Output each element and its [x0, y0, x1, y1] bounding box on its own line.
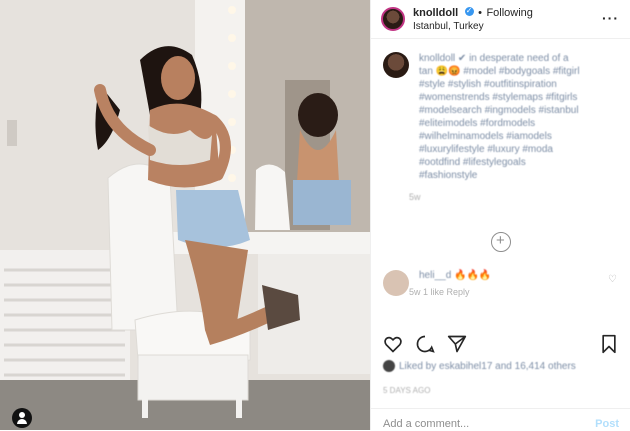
- commenter-avatar[interactable]: [383, 270, 409, 296]
- user-tag-icon[interactable]: [12, 408, 32, 428]
- post-location[interactable]: Istanbul, Turkey: [413, 20, 533, 33]
- liker-avatar: [383, 360, 395, 372]
- verified-badge-icon: [464, 4, 474, 17]
- post-detail-panel: knolldoll • Following Istanbul, Turkey ·…: [370, 0, 630, 430]
- post-timestamp: 5 DAYS AGO: [383, 386, 431, 395]
- comments-section: knolldoll ✔ in desperate need of a tan 😩…: [371, 38, 630, 328]
- author-avatar[interactable]: [381, 7, 405, 31]
- comment-item: heli__d 🔥🔥🔥 5w 1 like Reply ♡: [371, 252, 630, 297]
- comment-like-icon[interactable]: ♡: [608, 274, 617, 285]
- likes-text: Liked by eskabihel17 and 16,414 others: [399, 360, 576, 372]
- more-horizontal-icon[interactable]: ···: [602, 10, 619, 26]
- post-photo-illustration: [0, 0, 370, 430]
- comment-input[interactable]: Add a comment...: [383, 418, 469, 430]
- post-actions: [371, 330, 630, 358]
- comment-text: heli__d 🔥🔥🔥: [419, 270, 492, 281]
- post-comment-button[interactable]: Post: [595, 418, 619, 430]
- comment-icon[interactable]: [415, 334, 435, 354]
- separator-dot: •: [478, 7, 482, 19]
- comment-meta[interactable]: 5w 1 like Reply: [409, 287, 491, 297]
- likes-summary[interactable]: Liked by eskabihel17 and 16,414 others: [383, 360, 576, 372]
- bookmark-icon[interactable]: [599, 334, 619, 354]
- heart-icon[interactable]: [383, 334, 403, 354]
- load-more-comments-icon[interactable]: [491, 232, 511, 252]
- following-button[interactable]: Following: [486, 7, 532, 19]
- caption: knolldoll ✔ in desperate need of a tan 😩…: [371, 38, 630, 202]
- post-photo[interactable]: [0, 0, 370, 430]
- share-icon[interactable]: [447, 334, 467, 354]
- caption-text: knolldoll ✔ in desperate need of a tan 😩…: [419, 53, 580, 181]
- caption-author-avatar[interactable]: [383, 52, 409, 78]
- post-header: knolldoll • Following Istanbul, Turkey ·…: [371, 0, 630, 39]
- author-username[interactable]: knolldoll: [413, 7, 458, 19]
- caption-timestamp: 5w: [409, 192, 421, 202]
- add-comment-bar: Add a comment... Post: [371, 408, 630, 431]
